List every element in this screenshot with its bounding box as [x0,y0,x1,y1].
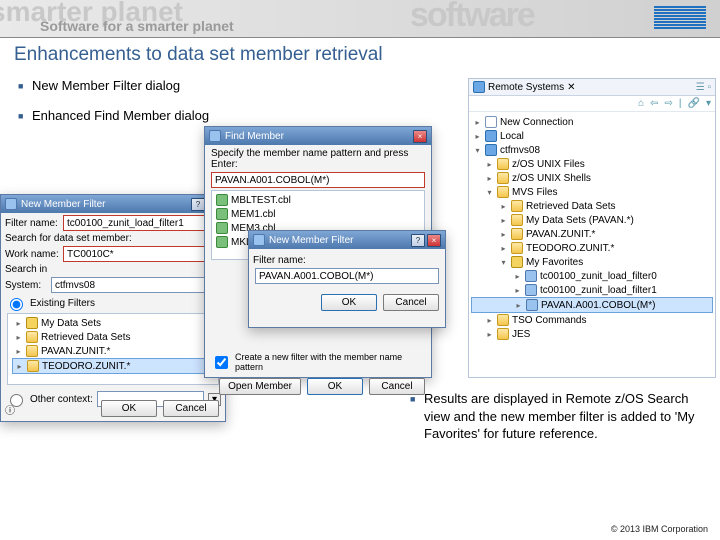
titlebar[interactable]: New Member Filter ? × [249,231,445,249]
copyright: © 2013 IBM Corporation [611,524,708,534]
search-for-label: Search for data set member: [5,233,132,244]
help-icon[interactable]: ⓘ [5,402,15,417]
favorites-icon [511,256,523,268]
ok-button[interactable]: OK [321,294,377,311]
filter-name-field[interactable]: tc00100_zunit_load_filter1 [63,215,221,231]
existing-filters-radio[interactable] [10,298,23,311]
filter-icon [525,284,537,296]
filter-icon [253,234,265,246]
forward-icon[interactable]: ⇨ [665,98,673,109]
titlebar[interactable]: New Member Filter ? × [1,195,225,213]
banner-bg-text: Software for a smarter planet [40,18,234,34]
home-icon[interactable]: ⌂ [638,98,644,109]
bullet-results: Results are displayed in Remote z/OS Sea… [410,390,702,443]
member-icon [216,208,228,220]
create-filter-checkbox[interactable] [215,356,228,369]
ok-button[interactable]: OK [101,400,157,417]
cancel-button[interactable]: Cancel [369,378,425,395]
folder-icon [497,158,509,170]
folder-icon [511,228,523,240]
window-icon [5,198,17,210]
back-icon[interactable]: ⇦ [650,98,658,109]
help-icon[interactable]: ? [191,198,205,211]
remote-systems-view: Remote Systems ✕ ☰ ▫ ⌂ ⇦ ⇨ | 🔗 ▾ ▸New Co… [468,78,716,378]
new-member-filter-dialog: New Member Filter ? × Filter name: PAVAN… [248,230,446,328]
filter-name-label: Filter name: [5,218,59,229]
view-title: Remote Systems [488,82,564,93]
cancel-button[interactable]: Cancel [383,294,439,311]
folder-icon [497,328,509,340]
existing-filters-tree[interactable]: ▸My Data Sets ▸Retrieved Data Sets ▸PAVA… [7,313,219,385]
titlebar[interactable]: Find Member × [205,127,431,145]
brand-banner: smarter planet Software for a smarter pl… [0,0,720,38]
other-context-label: Other context: [30,394,93,405]
search-in-label: Search in [5,264,47,275]
filter-icon [526,299,538,311]
host-icon [485,130,497,142]
link-icon[interactable]: 🔗 [688,98,700,109]
open-member-button[interactable]: Open Member [219,378,301,395]
view-toolbar[interactable]: ☰ ▫ [696,82,711,93]
ok-button[interactable]: OK [307,378,363,395]
folder-icon [497,172,509,184]
menu-icon[interactable]: ▾ [706,98,711,109]
work-name-field[interactable]: TC0010C* [63,246,221,262]
folder-icon [26,331,38,343]
filter-icon [525,270,537,282]
pattern-prompt: Specify the member name pattern and pres… [211,148,408,170]
close-icon[interactable]: × [427,234,441,247]
system-label: System: [5,280,47,291]
work-name-label: Work name: [5,249,59,260]
new-member-filter-dialog-old: New Member Filter ? × Filter name: tc001… [0,194,226,422]
filter-name-label: Filter name: [253,255,306,266]
ibm-logo [654,6,706,30]
folder-icon [511,242,523,254]
close-icon[interactable]: × [413,130,427,143]
system-field[interactable]: ctfmvs08 [51,277,221,293]
folder-icon [26,345,38,357]
bullet-new-filter: New Member Filter dialog [18,78,180,93]
cancel-button[interactable]: Cancel [163,400,219,417]
remote-systems-tree[interactable]: ▸New Connection ▸Local ▾ctfmvs08 ▸z/OS U… [469,112,715,344]
slide-title: Enhancements to data set member retrieva… [0,38,720,68]
existing-filters-label: Existing Filters [30,298,95,309]
filter-name-field[interactable]: PAVAN.A001.COBOL(M*) [255,268,439,284]
create-filter-label: Create a new filter with the member name… [235,352,425,372]
folder-icon [497,314,509,326]
bullet-enhanced-find: Enhanced Find Member dialog [18,108,209,123]
member-icon [216,222,228,234]
remote-systems-icon [473,81,485,93]
window-title: New Member Filter [21,199,105,210]
member-icon [216,194,228,206]
search-icon [209,130,221,142]
folder-icon [26,317,38,329]
folder-icon [497,186,509,198]
folder-icon [511,200,523,212]
banner-bg-text: software [410,0,534,35]
host-icon [485,144,497,156]
folder-icon [511,214,523,226]
member-pattern-field[interactable]: PAVAN.A001.COBOL(M*) [211,172,425,188]
folder-icon [27,360,39,372]
window-title: Find Member [225,131,284,142]
member-icon [216,236,228,248]
new-connection-icon [485,116,497,128]
help-icon[interactable]: ? [411,234,425,247]
window-title: New Member Filter [269,235,353,246]
